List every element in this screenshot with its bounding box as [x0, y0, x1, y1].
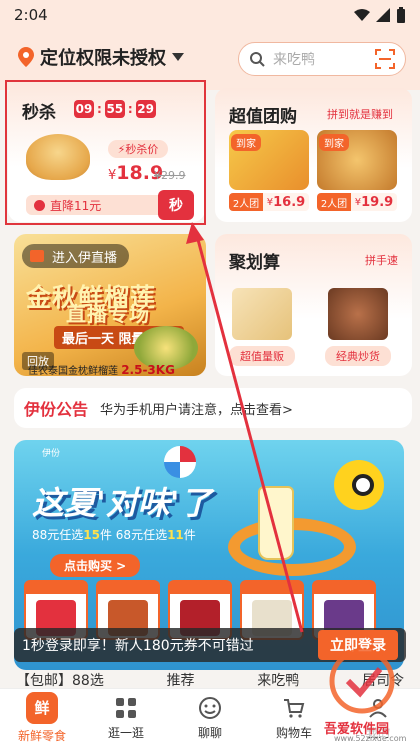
banner-sub-a: 88元任选: [32, 528, 84, 542]
grid-icon: [113, 695, 139, 721]
mascot-image: [334, 460, 384, 510]
banner-sub-b: 件 68元任选: [99, 528, 168, 542]
juhuasuan-subtitle: 拼手速: [365, 254, 398, 267]
drink-bottle-image: [258, 486, 294, 560]
juhuasuan-item[interactable]: 经典炒货: [325, 288, 391, 366]
battery-icon: [397, 7, 405, 23]
group-buy-price-row: 2人团 ¥19.9: [317, 193, 397, 211]
watermark-url: www.52zixue.com: [334, 734, 407, 743]
scan-icon[interactable]: [375, 49, 395, 69]
banner-sub-c: 件: [183, 528, 196, 542]
cart-icon: [281, 695, 307, 721]
group-price: ¥16.9: [263, 193, 309, 211]
enter-live-button[interactable]: 进入伊直播: [22, 244, 130, 268]
product-tag: [170, 582, 230, 594]
group-size: 2人团: [317, 193, 351, 211]
group-buy-badge: 到家: [319, 134, 349, 151]
banner-sub-a-highlight: 15: [83, 528, 100, 542]
nav-home[interactable]: 鲜 新鲜零食: [7, 691, 77, 744]
nav-cart[interactable]: 购物车: [259, 695, 329, 741]
group-buy-badge: 到家: [231, 134, 261, 151]
live-footer: 佳农泰国金枕鲜榴莲 2.5-3KG: [28, 362, 175, 376]
group-buy-card[interactable]: 超值团购 拼到就是赚到 到家 2人团 ¥16.9 到家 2人团 ¥19.9: [215, 88, 412, 222]
login-prompt-text: 1秒登录即享！新人180元券不可错过: [22, 638, 254, 654]
status-bar: 2:04: [0, 0, 420, 30]
notice-text[interactable]: 华为手机用户请注意，点击查看>: [100, 399, 293, 418]
live-stream-card[interactable]: 进入伊直播 金秋鲜榴莲 直播专场 最后一天 限量20个 回放 佳农泰国金枕鲜榴莲…: [14, 234, 206, 376]
banner-title: 这夏'对味'了: [32, 484, 212, 522]
tab-jusiling[interactable]: 居司令: [362, 670, 404, 689]
juhuasuan-item-image: [232, 288, 292, 340]
signal-icon: [376, 8, 390, 22]
highlight-box: [5, 80, 206, 225]
nav-chat[interactable]: 聊聊: [175, 695, 245, 741]
group-buy-subtitle: 拼到就是赚到: [327, 108, 393, 121]
nav-chat-label: 聊聊: [197, 725, 222, 740]
banner-brand: 伊份: [42, 449, 61, 459]
nav-browse[interactable]: 逛一逛: [91, 695, 161, 741]
product-tag: [242, 582, 302, 594]
smile-icon: [197, 695, 223, 721]
wifi-icon: [354, 9, 370, 21]
group-price-value: 16.9: [273, 194, 306, 210]
live-sub-headline: 直播专场: [66, 302, 150, 326]
group-buy-title: 超值团购: [229, 107, 297, 127]
banner-sub-b-highlight: 11: [167, 528, 184, 542]
juhuasuan-card[interactable]: 聚划算 拼手速 超值量贩 经典炒货: [215, 234, 412, 376]
juhuasuan-item-image: [328, 288, 388, 340]
notice-bar[interactable]: 伊份公告 华为手机用户请注意，点击查看>: [14, 388, 412, 428]
product-tag: [314, 582, 374, 594]
juhuasuan-title: 聚划算: [229, 253, 280, 273]
login-prompt: 1秒登录即享！新人180元券不可错过 立即登录: [14, 628, 406, 662]
tab-recommend[interactable]: 推荐: [167, 670, 195, 689]
live-footer-text: 佳农泰国金枕鲜榴莲: [28, 366, 118, 376]
enter-live-label: 进入伊直播: [52, 250, 118, 266]
banner-subtitle: 88元任选15件 68元任选11件: [32, 526, 196, 543]
product-tag: [26, 582, 86, 594]
group-price-value: 19.9: [361, 194, 394, 210]
search-icon: [250, 52, 265, 67]
status-icons: [354, 7, 406, 23]
buy-now-button[interactable]: 点击购买 >: [50, 554, 141, 577]
home-icon: 鲜: [26, 691, 58, 724]
live-footer-weight: 2.5-3KG: [121, 363, 175, 376]
status-time: 2:04: [14, 6, 48, 24]
juhuasuan-item-label: 超值量贩: [229, 346, 295, 366]
category-tabs: 【包邮】88选 推荐 来吃鸭 居司令: [0, 670, 420, 689]
product-tag: [98, 582, 158, 594]
tab-package[interactable]: 【包邮】88选: [16, 670, 104, 689]
group-price: ¥19.9: [351, 193, 397, 211]
chevron-down-icon: [172, 53, 184, 61]
user-icon: [365, 695, 391, 721]
search-box[interactable]: 来吃鸭: [238, 42, 406, 76]
login-button[interactable]: 立即登录: [318, 630, 398, 660]
group-buy-item[interactable]: 到家 2人团 ¥19.9: [317, 130, 397, 212]
juhuasuan-item[interactable]: 超值量贩: [229, 288, 295, 366]
location-selector[interactable]: 定位权限未授权: [18, 44, 184, 70]
location-pin-icon: [18, 47, 34, 67]
juhuasuan-item-label: 经典炒货: [325, 346, 391, 366]
group-buy-item[interactable]: 到家 2人团 ¥16.9: [229, 130, 309, 212]
nav-browse-label: 逛一逛: [107, 725, 144, 740]
tab-laichiya[interactable]: 来吃鸭: [257, 670, 299, 689]
nav-home-label: 新鲜零食: [17, 728, 66, 743]
nav-cart-label: 购物车: [275, 725, 312, 740]
location-text: 定位权限未授权: [40, 48, 166, 69]
search-placeholder: 来吃鸭: [273, 52, 315, 68]
notice-title: 伊份公告: [24, 400, 89, 419]
beach-ball-image: [164, 446, 196, 478]
group-size: 2人团: [229, 193, 263, 211]
live-icon: [30, 250, 44, 262]
group-buy-price-row: 2人团 ¥16.9: [229, 193, 309, 211]
